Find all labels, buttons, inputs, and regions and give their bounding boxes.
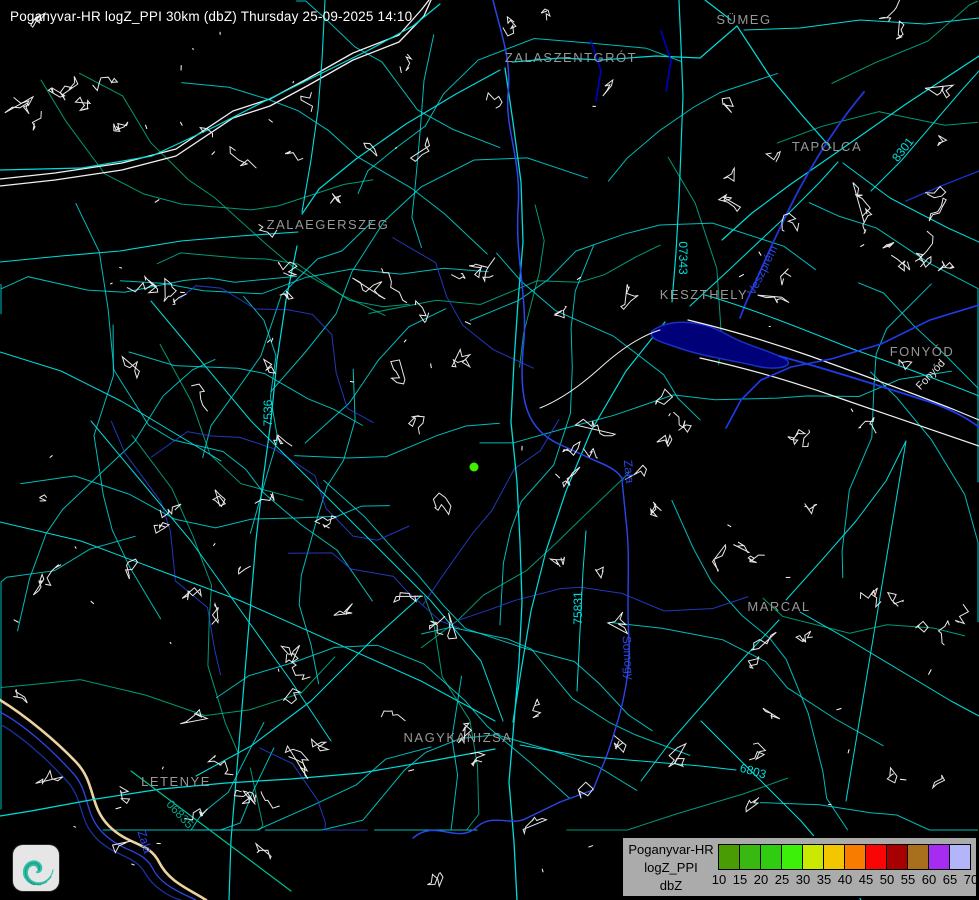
legend-color-cell [782, 845, 803, 869]
map-feature-label: Veszprém [744, 243, 780, 297]
legend-color-cell [803, 845, 824, 869]
spiral-logo-icon [13, 845, 59, 891]
radar-legend: Poganyvar-HR logZ_PPI dbZ 10152025303540… [621, 836, 978, 898]
city-label: SÜMEG [716, 12, 771, 27]
met-service-logo [13, 845, 59, 891]
legend-color-cell [866, 845, 887, 869]
city-label: ZALAEGERSZEG [267, 217, 390, 232]
map-feature-label: 6803 [738, 761, 768, 782]
legend-color-cell [929, 845, 950, 869]
legend-tick-labels: 10152025303540455055606570 [718, 872, 978, 888]
map-feature-label: Fonyód [914, 357, 948, 392]
legend-color-cell [719, 845, 740, 869]
city-label: FONYÓD [890, 344, 955, 359]
legend-color-cell [908, 845, 929, 869]
city-label: TAPOLCA [792, 139, 862, 154]
city-label: MARCAL [747, 599, 810, 614]
radar-display: SÜMEG ZALASZENTGRÓT TAPOLCA ZALAEGERSZEG KES… [0, 0, 979, 900]
legend-color-cell [887, 845, 908, 869]
map-feature-label: 7536 [261, 399, 275, 426]
map-feature-label: Zala [621, 459, 637, 484]
legend-color-cell [761, 845, 782, 869]
city-label: NAGYKANIZSA [404, 730, 513, 745]
city-label: ZALASZENTGRÓT [505, 50, 637, 65]
legend-tick: 70 [958, 872, 979, 887]
legend-color-cell [950, 845, 970, 869]
radar-product-title: Poganyvar-HR logZ_PPI 30km (dbZ) Thursda… [10, 9, 412, 24]
legend-color-cell [824, 845, 845, 869]
city-label: KESZTHELY [660, 287, 748, 302]
map-feature-label: 07343 [676, 241, 690, 275]
city-label: LETENYE [141, 774, 211, 789]
legend-text-block: Poganyvar-HR logZ_PPI dbZ [623, 841, 719, 895]
radar-echo-dot [470, 463, 479, 472]
map-feature-label: 8301 [889, 134, 917, 164]
legend-product-name: logZ_PPI [623, 859, 719, 877]
legend-colorbar [718, 844, 971, 870]
legend-station-name: Poganyvar-HR [623, 841, 719, 859]
radar-map: SÜMEG ZALASZENTGRÓT TAPOLCA ZALAEGERSZEG KES… [0, 0, 979, 900]
legend-unit: dbZ [623, 877, 719, 895]
legend-color-cell [845, 845, 866, 869]
map-feature-label: 75831 [571, 591, 585, 625]
legend-color-cell [740, 845, 761, 869]
map-feature-label: Zala [135, 829, 156, 856]
map-feature-label: 06835 [163, 797, 196, 831]
map-feature-label: Somogy [619, 635, 636, 680]
